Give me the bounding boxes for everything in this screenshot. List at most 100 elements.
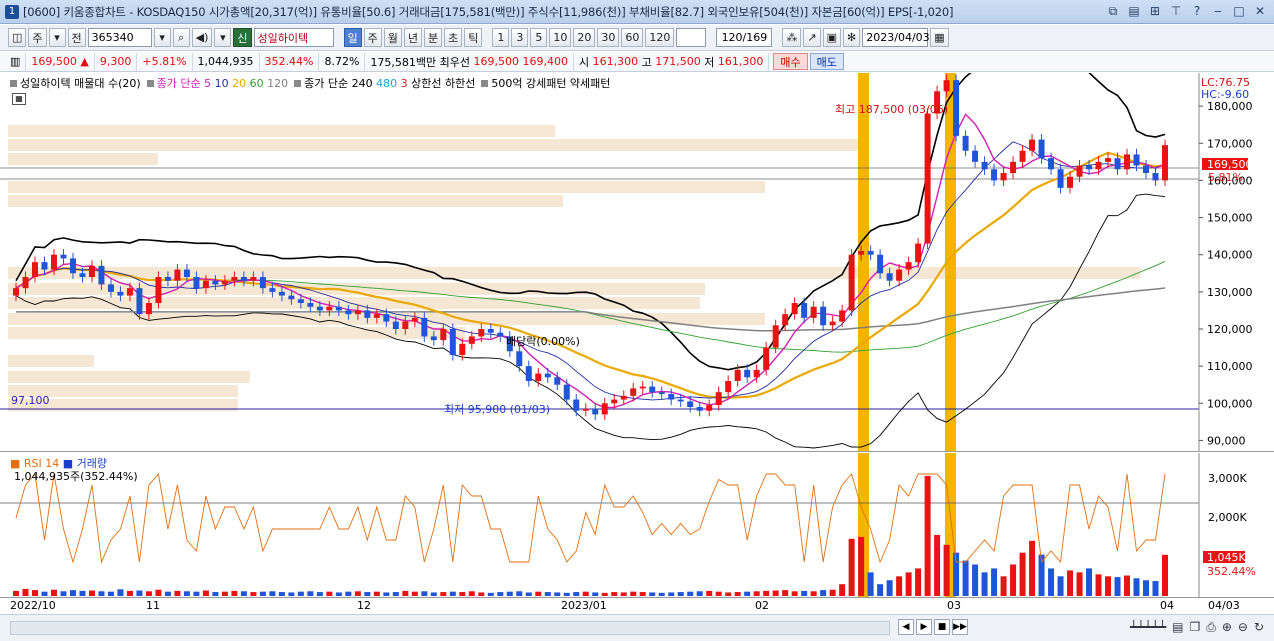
candle-body bbox=[601, 403, 608, 415]
type-dropdown-icon[interactable]: ▾ bbox=[48, 28, 66, 47]
volume-bar bbox=[326, 591, 333, 596]
scroll-left-icon[interactable]: ◀ bbox=[898, 619, 914, 635]
profile-legend[interactable]: 성일하이텍 매물대 수(20) bbox=[10, 75, 141, 91]
volume-bar bbox=[79, 590, 86, 596]
volume-bar bbox=[250, 592, 257, 596]
interval-60-button[interactable]: 60 bbox=[621, 28, 644, 47]
candle-body bbox=[687, 401, 694, 407]
code-dropdown-icon[interactable]: ▾ bbox=[153, 28, 171, 47]
fast-forward-icon[interactable]: ▶▶ bbox=[952, 619, 968, 635]
volume-bar bbox=[848, 538, 855, 596]
settings-gear-icon[interactable]: ✻ bbox=[843, 28, 861, 47]
candle-body bbox=[858, 251, 865, 255]
volume-bar bbox=[136, 590, 143, 596]
window-list-icon[interactable]: ▤ bbox=[1126, 3, 1142, 19]
period-week-button[interactable]: 주 bbox=[363, 28, 382, 47]
interval-3-button[interactable]: 3 bbox=[511, 28, 529, 47]
layout-icon[interactable]: ⊞ bbox=[1147, 3, 1163, 19]
maximize-icon[interactable]: □ bbox=[1231, 3, 1247, 19]
window-title: [0600] 키움종합차트 - KOSDAQ150 시가총액[20,317(억)… bbox=[23, 4, 954, 19]
candle-body bbox=[136, 288, 143, 315]
period-year-button[interactable]: 년 bbox=[403, 28, 423, 47]
period-tick-button[interactable]: 틱 bbox=[464, 28, 483, 47]
interval-1-button[interactable]: 1 bbox=[492, 28, 510, 47]
ma-legend[interactable]: 종가 단순 5 10 20 60 120 bbox=[146, 75, 288, 91]
date-input[interactable]: 2023/04/03 bbox=[862, 28, 930, 47]
volume-bar bbox=[810, 591, 817, 596]
candle-body bbox=[326, 306, 333, 311]
zoom-slider-icon[interactable]: ┷┷┷┷┷ bbox=[1130, 620, 1166, 635]
volume-bar bbox=[763, 590, 770, 596]
volume-bar bbox=[354, 591, 361, 596]
period-day-button[interactable]: 일 bbox=[343, 28, 362, 47]
volume-bar bbox=[155, 589, 162, 596]
volume-bar bbox=[402, 590, 409, 596]
candle-body bbox=[1105, 158, 1112, 162]
refresh-icon[interactable]: ↻ bbox=[1254, 620, 1264, 635]
interval-120-button[interactable]: 120 bbox=[645, 28, 675, 47]
volume-bar bbox=[107, 591, 114, 596]
link-icon[interactable]: ⧉ bbox=[1105, 3, 1121, 19]
search-icon[interactable]: ⌕ bbox=[172, 28, 190, 47]
calendar-icon[interactable]: ▦ bbox=[930, 28, 949, 47]
profile-bar bbox=[8, 139, 865, 151]
volume-bar bbox=[126, 590, 133, 596]
volume-tick-label: 2,000K bbox=[1208, 511, 1247, 524]
profile-bar bbox=[8, 195, 563, 207]
candle-body bbox=[449, 329, 456, 355]
volume-bar bbox=[307, 591, 314, 596]
indicator-icon[interactable]: ⁂ bbox=[782, 28, 802, 47]
chart-legend: 성일하이텍 매물대 수(20) 종가 단순 5 10 20 60 120 종가 … bbox=[10, 75, 611, 91]
pattern-legend[interactable]: 500억 강세패턴 약세패턴 bbox=[481, 75, 610, 91]
candle-body bbox=[107, 284, 114, 292]
volume-rsi-chart[interactable]: 3,000K 2,000K 1,045K 352.44% bbox=[0, 453, 1274, 597]
save-icon[interactable]: ▣ bbox=[822, 28, 842, 47]
chart-toolbar: ◫ 주 ▾ 전 365340 ▾ ⌕ ◀) ▾ 신 성일하이텍 일 주 월 년 … bbox=[0, 25, 1274, 51]
period-minute-button[interactable]: 분 bbox=[424, 28, 443, 47]
candle-body bbox=[972, 150, 979, 162]
draw-tool-icon[interactable]: ↗ bbox=[803, 28, 821, 47]
window-controls: ⧉ ▤ ⊞ ⊤ ? ‒ □ ✕ bbox=[1105, 3, 1268, 19]
interval-input[interactable] bbox=[676, 28, 707, 47]
stock-code-input[interactable]: 365340 bbox=[87, 28, 152, 47]
help-icon[interactable]: ? bbox=[1189, 3, 1205, 19]
stock-name-field[interactable]: 성일하이텍 bbox=[253, 28, 334, 47]
prev-button[interactable]: 전 bbox=[67, 28, 86, 47]
interval-5-button[interactable]: 5 bbox=[530, 28, 548, 47]
grid-toggle-icon[interactable]: ▦ bbox=[12, 93, 26, 105]
price-chart[interactable]: 180,000170,000160,000150,000140,000130,0… bbox=[0, 73, 1274, 452]
volume-bar bbox=[1152, 581, 1159, 596]
chart-menu-icon[interactable]: ◫ bbox=[8, 28, 27, 47]
close-icon[interactable]: ✕ bbox=[1252, 3, 1268, 19]
interval-30-button[interactable]: 30 bbox=[597, 28, 620, 47]
chart-scrollbar[interactable] bbox=[10, 621, 890, 635]
sound-dropdown-icon[interactable]: ▾ bbox=[214, 28, 232, 47]
type-select[interactable]: 주 bbox=[28, 28, 47, 47]
price-tick-label: 90,000 bbox=[1207, 434, 1246, 447]
volume-bar bbox=[383, 592, 390, 596]
sell-button[interactable]: 매도 bbox=[809, 53, 844, 70]
interval-20-button[interactable]: 20 bbox=[573, 28, 596, 47]
candle-body bbox=[744, 369, 751, 378]
pin-icon[interactable]: ⊤ bbox=[1168, 3, 1184, 19]
zoom-out-icon[interactable]: ⊖ bbox=[1238, 620, 1248, 635]
interval-10-button[interactable]: 10 bbox=[549, 28, 572, 47]
zoom-in-icon[interactable]: ⊕ bbox=[1222, 620, 1232, 635]
minimize-icon[interactable]: ‒ bbox=[1210, 3, 1226, 19]
ma-long-legend[interactable]: 종가 단순 240 480 3 상한선 하한선 bbox=[294, 75, 475, 91]
play-icon[interactable]: ▶ bbox=[916, 619, 932, 635]
print-icon[interactable]: ⎙ bbox=[1206, 620, 1216, 635]
dividend-annotation: 배당락(0.00%) bbox=[506, 335, 580, 348]
count-display[interactable]: 120/169 bbox=[716, 28, 773, 47]
period-month-button[interactable]: 월 bbox=[383, 28, 402, 47]
price-tick-label: 140,000 bbox=[1207, 249, 1253, 262]
sound-icon[interactable]: ◀) bbox=[191, 28, 213, 47]
candle-body bbox=[592, 408, 599, 415]
stop-icon[interactable]: ■ bbox=[934, 619, 950, 635]
volume-bar bbox=[164, 591, 171, 596]
volume-bar bbox=[962, 560, 969, 596]
period-second-button[interactable]: 초 bbox=[444, 28, 463, 47]
copy-icon[interactable]: ❐ bbox=[1189, 620, 1200, 635]
buy-button[interactable]: 매수 bbox=[773, 53, 808, 70]
table-icon[interactable]: ▤ bbox=[1172, 620, 1183, 635]
